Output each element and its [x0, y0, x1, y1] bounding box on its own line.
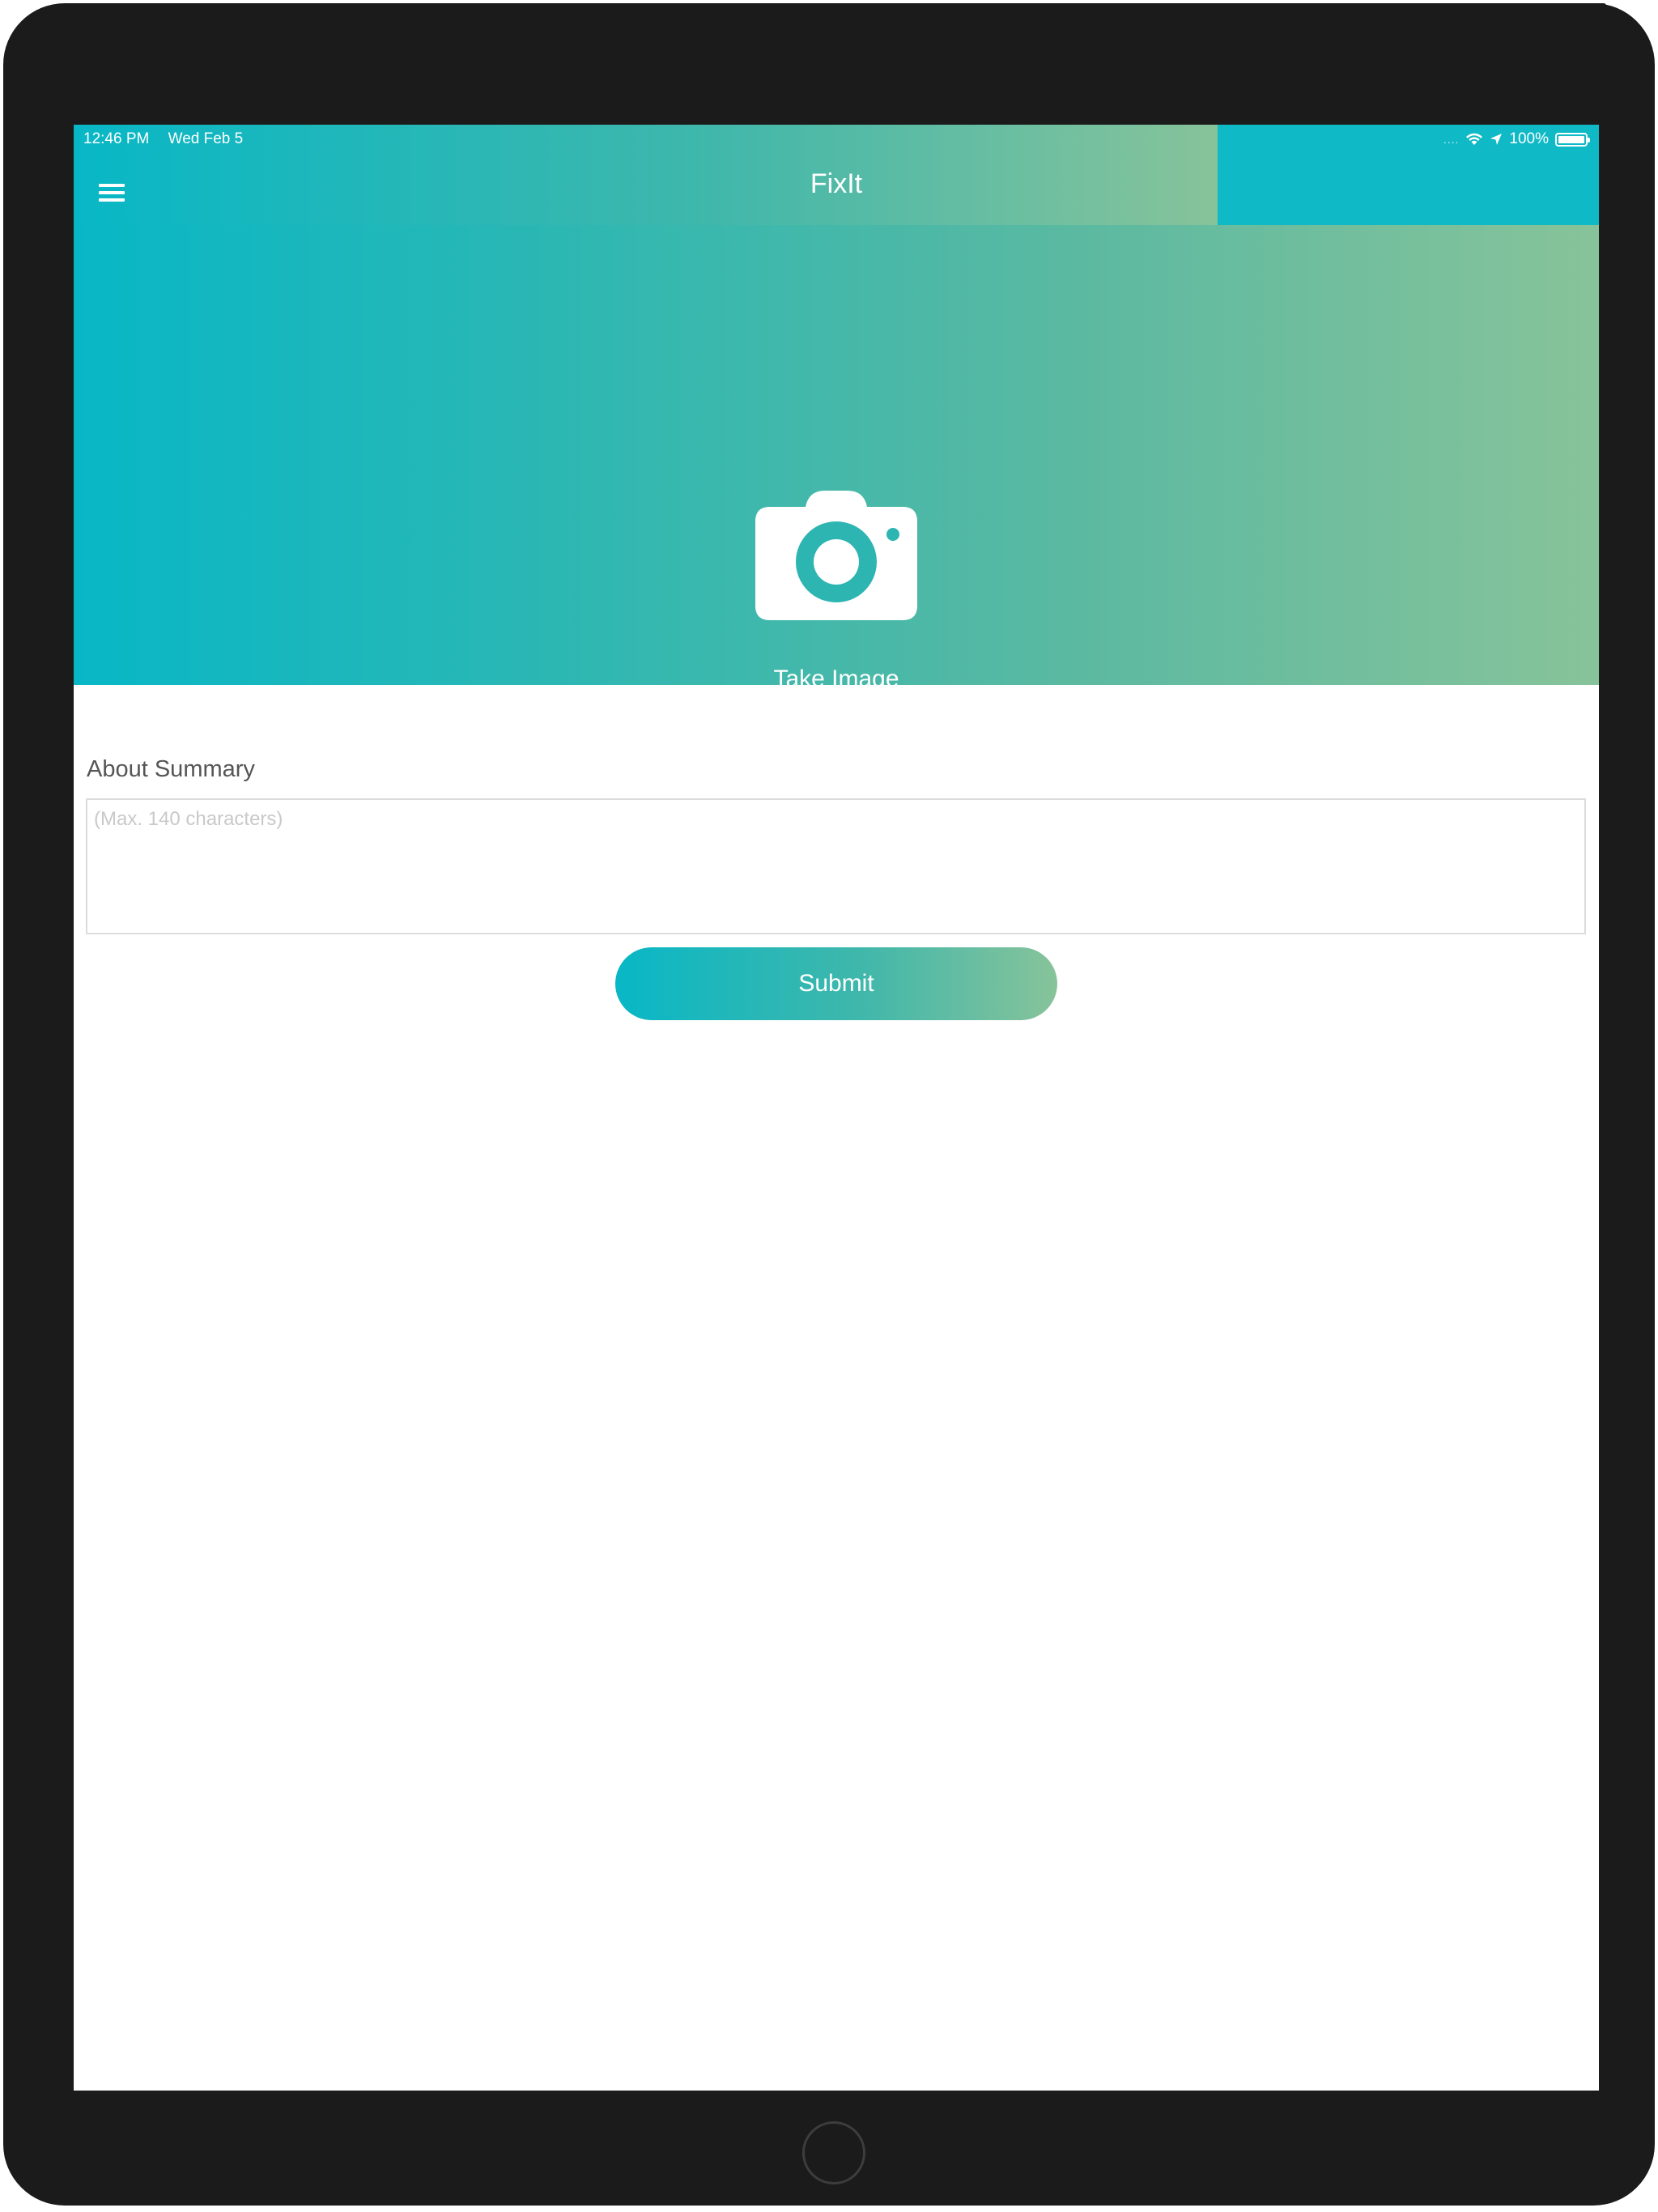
summary-label: About Summary — [87, 756, 255, 782]
battery-level — [1558, 135, 1584, 143]
app-screen: 12:46 PM Wed Feb 5 .... 100% FixIt Take … — [74, 125, 1599, 2091]
battery-percentage: 100% — [1509, 130, 1549, 147]
status-bar-left: 12:46 PM Wed Feb 5 — [83, 130, 257, 148]
status-date: Wed Feb 5 — [168, 130, 244, 147]
submit-button[interactable]: Submit — [615, 947, 1057, 1020]
battery-icon — [1555, 132, 1590, 147]
status-bar-right: .... 100% — [1443, 130, 1590, 148]
status-bar: 12:46 PM Wed Feb 5 .... 100% — [74, 125, 1599, 154]
summary-input[interactable] — [86, 798, 1586, 934]
signal-icon: .... — [1443, 133, 1460, 146]
wifi-icon — [1466, 133, 1483, 145]
location-arrow-icon — [1490, 134, 1503, 145]
page-title: FixIt — [810, 168, 863, 199]
take-image-button[interactable]: Take Image — [735, 491, 937, 717]
device-home-button — [802, 2121, 865, 2184]
take-image-label: Take Image — [773, 666, 899, 692]
status-time: 12:46 PM — [83, 130, 150, 147]
image-capture-banner: Take Image — [74, 225, 1599, 692]
ipad-device-frame: 12:46 PM Wed Feb 5 .... 100% FixIt Take … — [3, 3, 1655, 2206]
camera-icon — [755, 491, 917, 620]
device-top-button — [1532, 3, 1606, 8]
